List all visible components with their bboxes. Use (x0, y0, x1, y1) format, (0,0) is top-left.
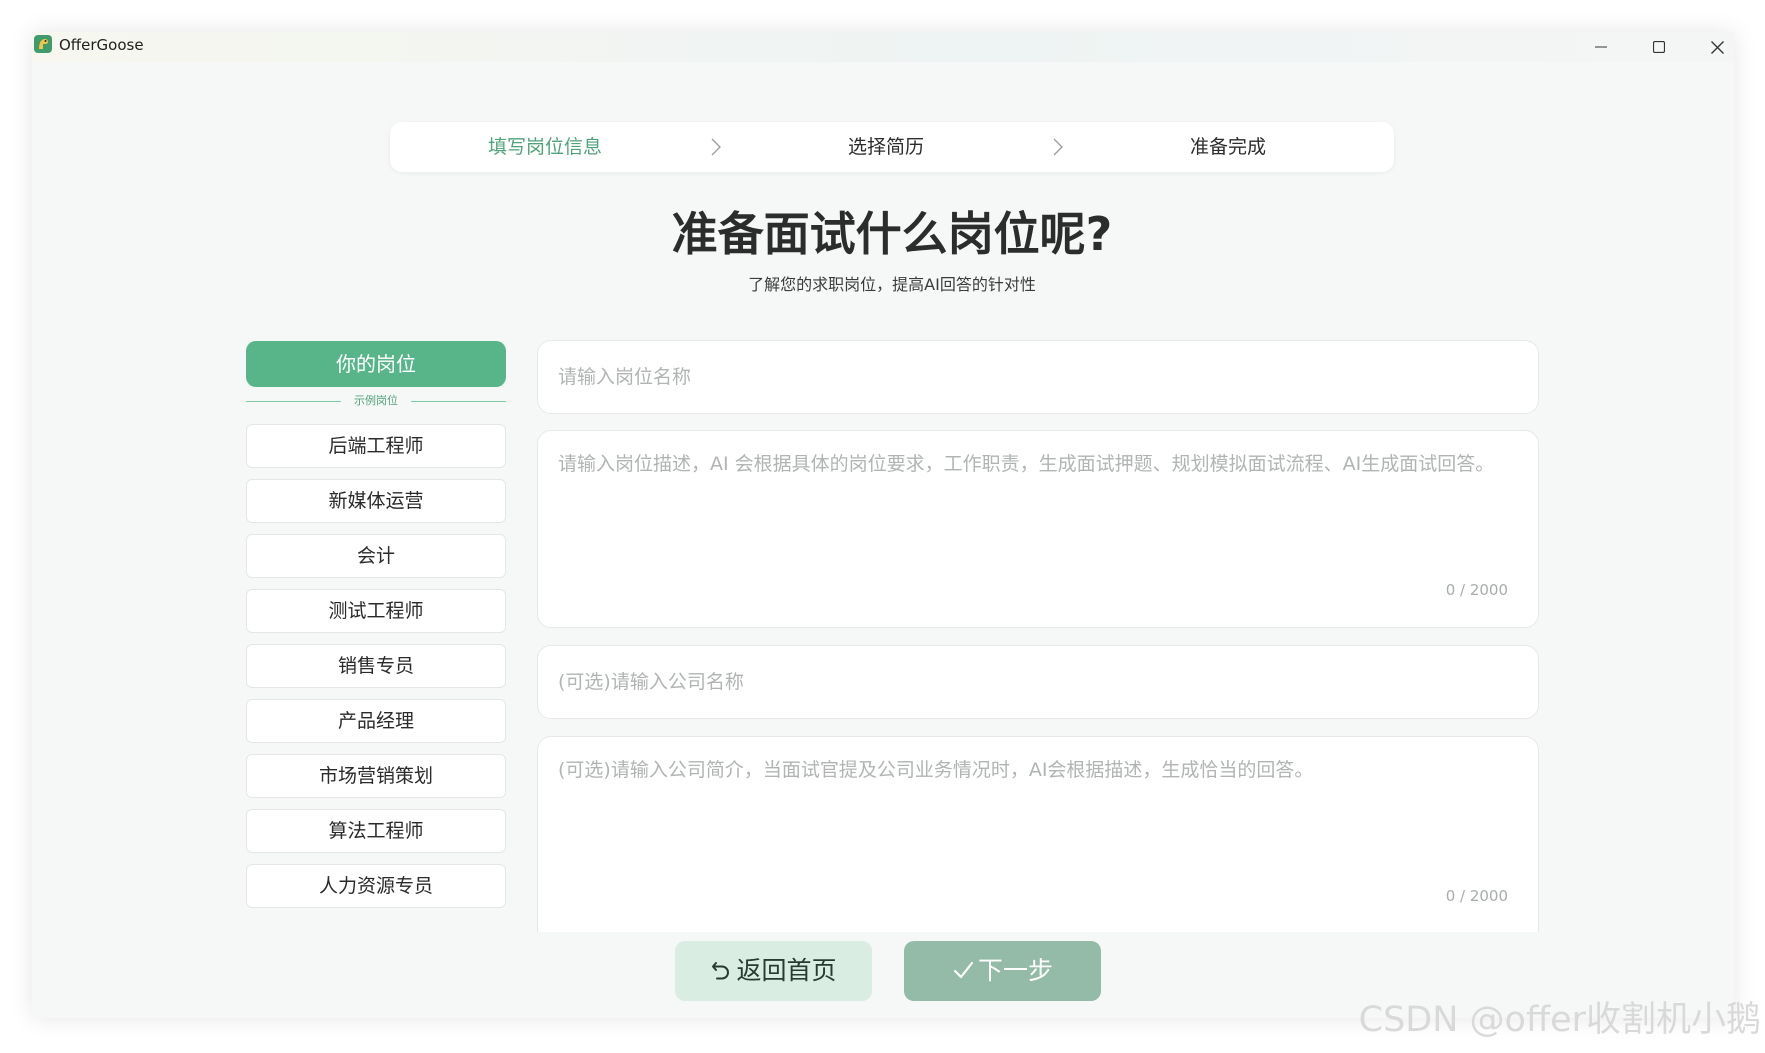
maximize-icon (1653, 41, 1665, 53)
step-fill-job-info[interactable]: 填写岗位信息 (425, 122, 665, 172)
job-description-counter: 0 / 2000 (1445, 581, 1508, 599)
example-position-item[interactable]: 会计 (246, 534, 506, 578)
back-home-button[interactable]: 返回首页 (675, 941, 872, 1001)
example-position-item[interactable]: 产品经理 (246, 699, 506, 743)
watermark: CSDN @offer收割机小鹅 (1358, 1000, 1761, 1040)
close-icon (1710, 40, 1724, 54)
job-name-field (537, 340, 1539, 414)
page-title: 准备面试什么岗位呢? (671, 207, 1113, 261)
check-icon (953, 961, 974, 979)
example-position-item[interactable]: 市场营销策划 (246, 754, 506, 798)
example-position-list: 后端工程师 新媒体运营 会计 测试工程师 销售专员 产品经理 市场营销策划 算法… (246, 424, 506, 919)
chevron-right-icon (711, 138, 721, 156)
job-name-input[interactable] (538, 341, 1538, 413)
company-intro-counter: 0 / 2000 (1445, 887, 1508, 905)
company-name-input[interactable] (538, 646, 1538, 718)
minimize-button[interactable] (1572, 32, 1630, 62)
example-position-item[interactable]: 后端工程师 (246, 424, 506, 468)
company-name-field (537, 645, 1539, 719)
app-title: OfferGoose (59, 36, 144, 54)
close-button[interactable] (1688, 32, 1746, 62)
page-subtitle: 了解您的求职岗位，提高AI回答的针对性 (748, 275, 1036, 294)
chevron-right-icon (1053, 138, 1063, 156)
progress-steps: 填写岗位信息 选择简历 准备完成 (390, 122, 1394, 172)
undo-arrow-icon (712, 962, 730, 980)
step-select-resume[interactable]: 选择简历 (766, 122, 1006, 172)
next-step-button[interactable]: 下一步 (904, 941, 1101, 1001)
example-position-item[interactable]: 新媒体运营 (246, 479, 506, 523)
app-window: OfferGoose 填写岗位信息 选择简历 准备完成 准备面试什么岗位呢? 了… (32, 32, 1734, 1018)
job-description-field: 0 / 2000 (537, 430, 1539, 628)
example-position-item[interactable]: 测试工程师 (246, 589, 506, 633)
next-step-label: 下一步 (977, 956, 1053, 985)
title-bar[interactable]: OfferGoose (32, 32, 1734, 62)
job-description-input[interactable] (538, 431, 1538, 571)
your-position-tab[interactable]: 你的岗位 (246, 341, 506, 387)
minimize-icon (1595, 46, 1607, 48)
example-position-item[interactable]: 销售专员 (246, 644, 506, 688)
scroll-fade (537, 932, 1539, 940)
divider-line (411, 401, 506, 402)
maximize-button[interactable] (1630, 32, 1688, 62)
examples-divider: 示例岗位 (246, 394, 506, 408)
back-home-label: 返回首页 (736, 956, 837, 985)
example-position-item[interactable]: 算法工程师 (246, 809, 506, 853)
company-intro-input[interactable] (538, 737, 1538, 877)
example-position-item[interactable]: 人力资源专员 (246, 864, 506, 908)
goose-logo-icon (34, 35, 52, 53)
company-intro-field: 0 / 2000 (537, 736, 1539, 932)
step-ready[interactable]: 准备完成 (1108, 122, 1348, 172)
